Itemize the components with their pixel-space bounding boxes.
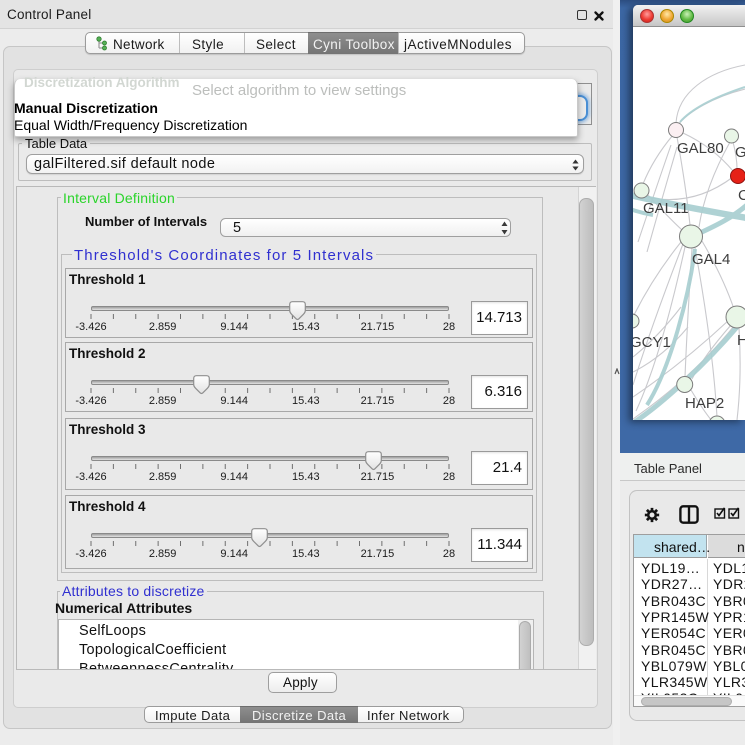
svg-text:GA: GA [735,144,745,161]
svg-text:HAP2: HAP2 [685,395,724,412]
svg-text:H: H [737,332,745,349]
svg-text:GAL11: GAL11 [643,200,689,217]
svg-text:GAL4: GAL4 [692,251,730,268]
svg-text:GCY1: GCY1 [633,334,671,351]
svg-text:GAL80: GAL80 [677,140,724,157]
svg-text:C: C [738,187,745,204]
